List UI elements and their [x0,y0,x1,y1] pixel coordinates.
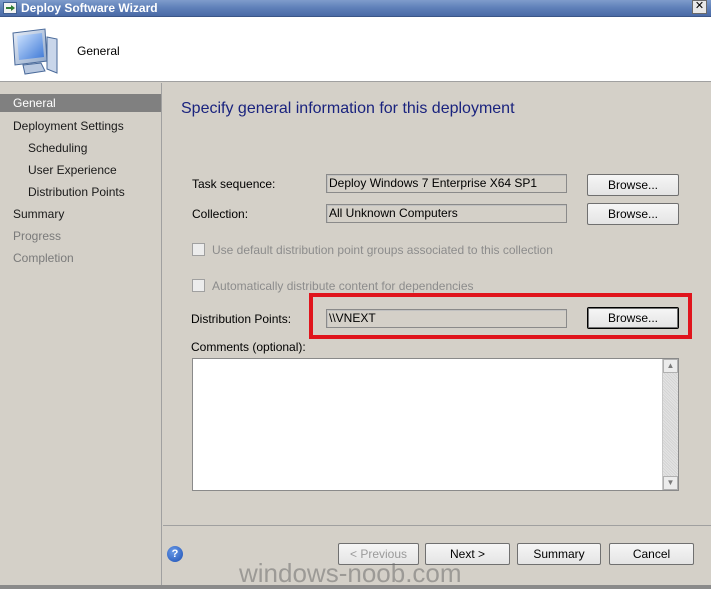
sidebar-item-deployment-settings[interactable]: Deployment Settings [0,117,161,135]
help-icon[interactable]: ? [167,546,183,562]
task-sequence-field[interactable]: Deploy Windows 7 Enterprise X64 SP1 [326,174,567,193]
comments-label: Comments (optional): [191,340,306,354]
auto-distribute-checkbox[interactable] [192,279,205,292]
comments-scrollbar[interactable]: ▲ ▼ [662,359,678,490]
task-sequence-browse-button[interactable]: Browse... [587,174,679,196]
close-button[interactable]: ✕ [692,0,707,14]
watermark-text: windows-noob.com [239,558,462,588]
summary-button[interactable]: Summary [517,543,601,565]
sidebar-item-distribution-points[interactable]: Distribution Points [0,183,161,201]
computer-monitor-icon [12,28,58,75]
header-title: General [77,44,120,58]
sidebar-item-scheduling[interactable]: Scheduling [0,139,161,157]
wizard-app-icon [3,2,17,14]
highlight-annotation-box [309,293,692,339]
scroll-up-arrow-icon[interactable]: ▲ [663,359,678,373]
title-bar: Deploy Software Wizard ✕ [0,0,711,17]
cancel-button[interactable]: Cancel [609,543,694,565]
collection-label: Collection: [192,207,249,221]
auto-distribute-checkbox-label: Automatically distribute content for dep… [212,279,474,293]
sidebar-item-general[interactable]: General [0,94,161,112]
sidebar-item-user-experience[interactable]: User Experience [0,161,161,179]
comments-textarea[interactable]: ▲ ▼ [192,358,679,491]
page-heading: Specify general information for this dep… [181,100,515,117]
wizard-sidebar: General Deployment Settings Scheduling U… [0,83,162,585]
wizard-header: General [0,17,711,82]
default-groups-checkbox[interactable] [192,243,205,256]
task-sequence-label: Task sequence: [192,177,276,191]
sidebar-item-summary[interactable]: Summary [0,205,161,223]
sidebar-item-progress: Progress [13,229,62,243]
window-title: Deploy Software Wizard [21,1,158,15]
scroll-down-arrow-icon[interactable]: ▼ [663,476,678,490]
collection-browse-button[interactable]: Browse... [587,203,679,225]
default-groups-checkbox-label: Use default distribution point groups as… [212,243,553,257]
sidebar-item-completion: Completion [13,251,74,265]
distribution-points-label: Distribution Points: [191,312,292,326]
collection-field[interactable]: All Unknown Computers [326,204,567,223]
